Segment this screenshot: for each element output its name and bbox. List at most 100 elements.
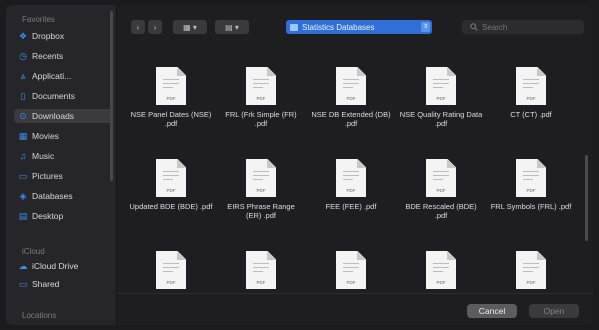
view-mode-button[interactable]: ▦ ▾: [173, 20, 207, 34]
search-icon: [470, 23, 478, 31]
pdf-file-icon: PDF: [246, 251, 276, 289]
applications-icon: ⩓: [20, 71, 26, 81]
file-name: CT (CT) .pdf: [510, 110, 552, 119]
pdf-file-icon: PDF: [246, 159, 276, 197]
list-group-icon: ▤ ▾: [225, 22, 239, 32]
sidebar-item-label: Desktop: [32, 211, 64, 221]
toolbar: ‹ › ▦ ▾ ▤ ▾ Statistics Databases ⇕: [117, 5, 593, 45]
file-grid-scrollbar[interactable]: [585, 155, 588, 241]
clock-icon: ◷: [19, 51, 27, 61]
sidebar-item-label: Shared: [32, 279, 60, 289]
cancel-button[interactable]: Cancel: [467, 304, 517, 318]
pdf-file-icon: PDF: [426, 67, 456, 105]
sidebar-item-favorites-4[interactable]: ⊙ Downloads: [14, 109, 112, 123]
file-name: Updated BDE (BDE) .pdf: [129, 202, 213, 211]
sidebar-item-favorites-0[interactable]: ❖ Dropbox: [18, 29, 114, 43]
location-popup[interactable]: Statistics Databases ⇕: [286, 20, 432, 34]
sidebar-item-label: Applicati...: [32, 71, 72, 81]
pdf-file-icon: PDF: [156, 251, 186, 289]
sidebar-item-favorites-5[interactable]: ▦ Movies: [18, 129, 114, 143]
sidebar-item-locations-0[interactable]: ◍Network: [18, 323, 114, 325]
file-name: NSE Quality Rating Data .pdf: [399, 110, 483, 128]
file-item[interactable]: PDF FEE (FEE) .pdf: [307, 153, 395, 243]
sidebar-item-icloud-1[interactable]: ▭ Shared: [18, 277, 114, 291]
file-name: EIRS Phrase Range (ER) .pdf: [227, 202, 295, 220]
file-name: NSE DB Extended (DB) .pdf: [311, 110, 391, 128]
sidebar-item-favorites-9[interactable]: ▤ Desktop: [18, 209, 114, 223]
sidebar-item-label: Documents: [32, 91, 75, 101]
pdf-file-icon: PDF: [246, 67, 276, 105]
pdf-file-icon: PDF: [426, 159, 456, 197]
pdf-file-icon: PDF: [336, 67, 366, 105]
pdf-file-icon: PDF: [516, 159, 546, 197]
sidebar-item-favorites-7[interactable]: ▭ Pictures: [18, 169, 114, 183]
file-item[interactable]: PDF: [127, 245, 215, 293]
document-icon: ▯: [20, 91, 26, 101]
file-name: FEE (FEE) .pdf: [325, 202, 377, 211]
sidebar-item-favorites-6[interactable]: ♫ Music: [18, 149, 114, 163]
search-field[interactable]: [462, 20, 584, 34]
file-item[interactable]: PDF: [307, 245, 395, 293]
location-label: Statistics Databases: [302, 22, 375, 32]
desktop-icon: ▤: [18, 211, 28, 221]
pdf-file-icon: PDF: [426, 251, 456, 289]
databases-icon: ◈: [19, 191, 27, 201]
sidebar-item-icloud-0[interactable]: ☁ iCloud Drive: [18, 259, 114, 273]
sidebar-item-label: Music: [32, 151, 55, 161]
file-grid: PDF NSE Panel Dates (NSE) .pdf PDF FRL (Frk…: [117, 49, 587, 293]
file-item[interactable]: PDF EIRS Phrase Range (ER) .pdf: [217, 153, 305, 243]
sidebar-item-label: Recents: [32, 51, 64, 61]
chevron-right-icon: ›: [153, 22, 157, 32]
shared-folder-icon: ▭: [18, 279, 28, 289]
sidebar-section-locations: Locations: [22, 311, 57, 320]
music-icon: ♫: [19, 151, 27, 161]
file-item[interactable]: PDF: [397, 245, 485, 293]
updown-arrows-icon: ⇕: [421, 22, 430, 32]
sidebar-section-icloud: iCloud: [22, 247, 45, 256]
grid-view-icon: ▦ ▾: [183, 22, 197, 32]
file-item[interactable]: PDF BDE Rescaled (BDE) .pdf: [397, 153, 485, 243]
pdf-file-icon: PDF: [336, 251, 366, 289]
sidebar-scrollbar[interactable]: [110, 11, 113, 181]
file-name: NSE Panel Dates (NSE) .pdf: [130, 110, 212, 128]
file-item[interactable]: PDF CT (CT) .pdf: [487, 61, 575, 151]
dropbox-icon: ❖: [18, 31, 28, 41]
file-item[interactable]: PDF: [487, 245, 575, 293]
pdf-file-icon: PDF: [156, 67, 186, 105]
open-button[interactable]: Open: [529, 304, 579, 318]
file-item[interactable]: PDF Updated BDE (BDE) .pdf: [127, 153, 215, 243]
sidebar-item-label: Movies: [32, 131, 59, 141]
file-item[interactable]: PDF NSE Quality Rating Data .pdf: [397, 61, 485, 151]
sidebar-item-label: Pictures: [32, 171, 63, 181]
pdf-file-icon: PDF: [516, 67, 546, 105]
pdf-file-icon: PDF: [336, 159, 366, 197]
sidebar-item-favorites-1[interactable]: ◷ Recents: [18, 49, 114, 63]
downloads-icon: ⊙: [19, 111, 27, 121]
file-item[interactable]: PDF NSE DB Extended (DB) .pdf: [307, 61, 395, 151]
sidebar-item-label: iCloud Drive: [32, 261, 79, 271]
sidebar-item-favorites-2[interactable]: ⩓ Applicati...: [18, 69, 114, 83]
file-item[interactable]: PDF FRL Symbols (FRL) .pdf: [487, 153, 575, 243]
file-item[interactable]: PDF: [217, 245, 305, 293]
folder-icon: [290, 23, 298, 31]
sidebar-item-label: Dropbox: [32, 31, 65, 41]
sidebar: Favorites ❖ Dropbox ◷ Recents ⩓ Applicati... ▯…: [6, 5, 117, 325]
file-item[interactable]: PDF NSE Panel Dates (NSE) .pdf: [127, 61, 215, 151]
file-name: FRL (Frk Simple (FR) .pdf: [225, 110, 297, 128]
film-icon: ▦: [18, 131, 28, 141]
pdf-file-icon: PDF: [516, 251, 546, 289]
search-input[interactable]: [482, 22, 572, 32]
file-name: FRL Symbols (FRL) .pdf: [490, 202, 572, 211]
main-area: ‹ › ▦ ▾ ▤ ▾ Statistics Databases ⇕ PDF NS…: [117, 5, 593, 325]
sidebar-item-label: Downloads: [32, 111, 75, 121]
sidebar-item-label: Databases: [32, 191, 73, 201]
pdf-file-icon: PDF: [156, 159, 186, 197]
file-item[interactable]: PDF FRL (Frk Simple (FR) .pdf: [217, 61, 305, 151]
group-by-button[interactable]: ▤ ▾: [215, 20, 249, 34]
file-open-dialog: Favorites ❖ Dropbox ◷ Recents ⩓ Applicati... ▯…: [6, 5, 593, 325]
forward-button[interactable]: ›: [148, 20, 162, 34]
sidebar-item-favorites-3[interactable]: ▯ Documents: [18, 89, 114, 103]
file-name: BDE Rescaled (BDE) .pdf: [405, 202, 477, 220]
sidebar-item-favorites-8[interactable]: ◈ Databases: [18, 189, 114, 203]
back-button[interactable]: ‹: [131, 20, 145, 34]
